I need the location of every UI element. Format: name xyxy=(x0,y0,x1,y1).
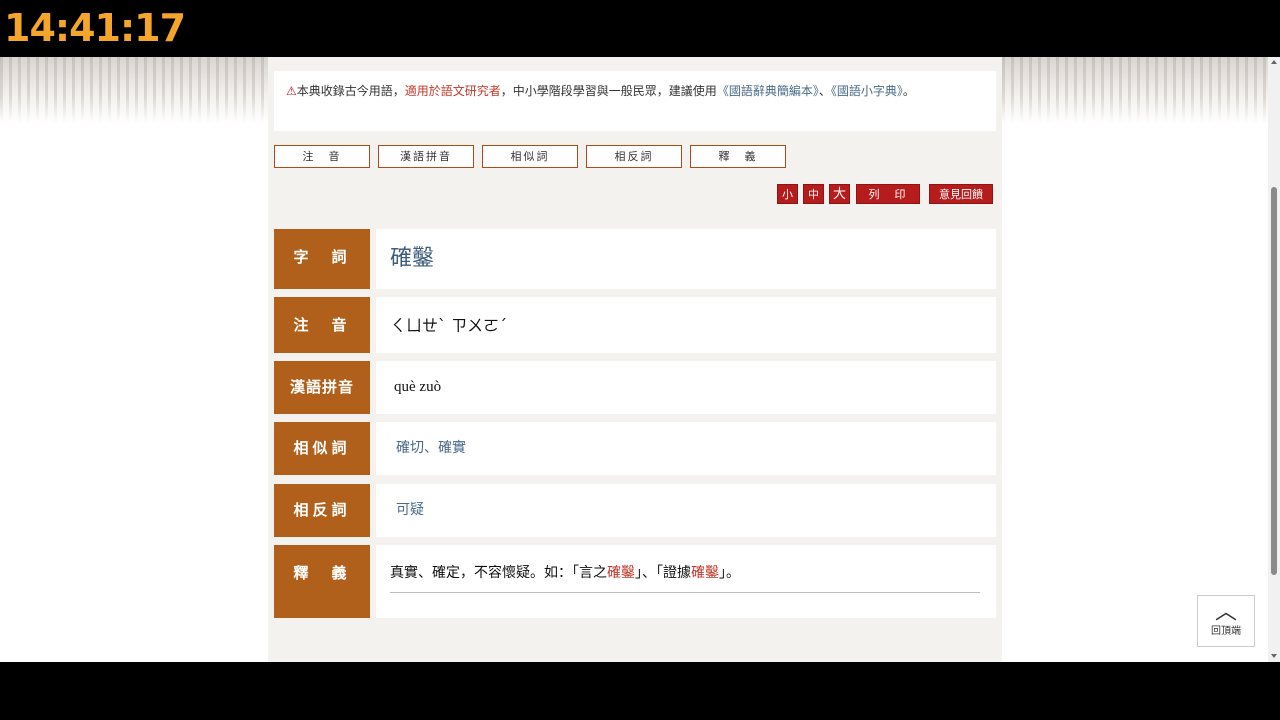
synonyms-value[interactable]: 確切、確實 xyxy=(376,422,996,475)
print-button[interactable]: 列 印 xyxy=(856,184,920,204)
label-antonyms: 相反詞 xyxy=(274,484,370,537)
font-size-medium-button[interactable]: 中 xyxy=(803,184,824,204)
definition-text-2: 」、「證據 xyxy=(635,565,691,581)
label-word: 字 詞 xyxy=(274,229,370,289)
label-definition: 釋 義 xyxy=(274,545,370,618)
feedback-button[interactable]: 意見回饋 xyxy=(929,184,993,204)
zhuyin-value: ㄑㄩㄝˋ ㄗㄨㄛˊ xyxy=(376,297,996,353)
definition-value: 真實、確定，不容懷疑。如：「言之確鑿」、「證據確鑿」。 xyxy=(376,545,996,618)
dictionary-content: ⚠本典收錄古今用語，適用於語文研究者，中小學階段學習與一般民眾，建議使用《國語辭… xyxy=(268,57,1002,662)
notice-text: 本典收錄古今用語， xyxy=(296,84,405,98)
notice-separator: 、 xyxy=(818,84,831,98)
row-definition: 釋 義 真實、確定，不容懷疑。如：「言之確鑿」、「證據確鑿」。 xyxy=(274,545,996,618)
row-word: 字 詞 確鑿 xyxy=(274,229,996,289)
scroll-down-icon[interactable] xyxy=(1271,654,1277,658)
back-to-top-button[interactable]: ︿ 回頂端 xyxy=(1197,595,1255,647)
clock-overlay: 14:41:17 xyxy=(4,6,186,50)
definition-text-end: 」。 xyxy=(719,565,740,581)
label-synonyms: 相似詞 xyxy=(274,422,370,475)
link-concised-dictionary[interactable]: 《國語辭典簡編本》 xyxy=(717,84,819,98)
tab-definition[interactable]: 釋 義 xyxy=(690,145,786,168)
row-synonyms: 相似詞 確切、確實 xyxy=(274,422,996,475)
row-pinyin: 漢語拼音 què zuò xyxy=(274,361,996,414)
back-to-top-label: 回頂端 xyxy=(1211,626,1241,637)
notice-highlight: 適用於語文研究者 xyxy=(404,84,501,98)
tab-antonyms[interactable]: 相反詞 xyxy=(586,145,682,168)
label-pinyin: 漢語拼音 xyxy=(274,361,370,414)
font-size-large-button[interactable]: 大 xyxy=(829,184,850,204)
bottom-overlay-bar xyxy=(0,662,1280,720)
usage-notice: ⚠本典收錄古今用語，適用於語文研究者，中小學階段學習與一般民眾，建議使用《國語辭… xyxy=(274,71,996,131)
tab-synonyms[interactable]: 相似詞 xyxy=(482,145,578,168)
headword: 確鑿 xyxy=(376,229,996,289)
header-decoration-right xyxy=(1002,57,1268,123)
row-antonyms: 相反詞 可疑 xyxy=(274,484,996,537)
top-overlay-bar: 14:41:17 xyxy=(0,0,1280,57)
chevron-up-icon: ︿ xyxy=(1214,600,1237,625)
label-zhuyin: 注 音 xyxy=(274,297,370,353)
page-scrollbar[interactable] xyxy=(1268,57,1280,662)
definition-highlight-2: 確鑿 xyxy=(691,565,719,581)
notice-text-2: ，中小學階段學習與一般民眾，建議使用 xyxy=(500,84,717,98)
definition-divider xyxy=(390,592,980,593)
definition-text: 真實、確定，不容懷疑。如：「言之 xyxy=(390,565,607,581)
antonyms-value[interactable]: 可疑 xyxy=(376,484,996,537)
notice-end: 。 xyxy=(902,84,915,98)
warning-icon: ⚠ xyxy=(286,84,297,98)
link-primary-dictionary[interactable]: 《國語小字典》 xyxy=(831,84,903,98)
browser-viewport: ⚠本典收錄古今用語，適用於語文研究者，中小學階段學習與一般民眾，建議使用《國語辭… xyxy=(0,57,1280,662)
definition-highlight-1: 確鑿 xyxy=(607,565,635,581)
header-decoration-left xyxy=(0,57,268,123)
tab-zhuyin[interactable]: 注 音 xyxy=(274,145,370,168)
scroll-up-icon[interactable] xyxy=(1271,60,1277,64)
pinyin-value: què zuò xyxy=(376,361,996,414)
font-size-small-button[interactable]: 小 xyxy=(777,184,798,204)
scrollbar-thumb[interactable] xyxy=(1271,187,1277,575)
tab-pinyin[interactable]: 漢語拼音 xyxy=(378,145,474,168)
row-zhuyin: 注 音 ㄑㄩㄝˋ ㄗㄨㄛˊ xyxy=(274,297,996,353)
